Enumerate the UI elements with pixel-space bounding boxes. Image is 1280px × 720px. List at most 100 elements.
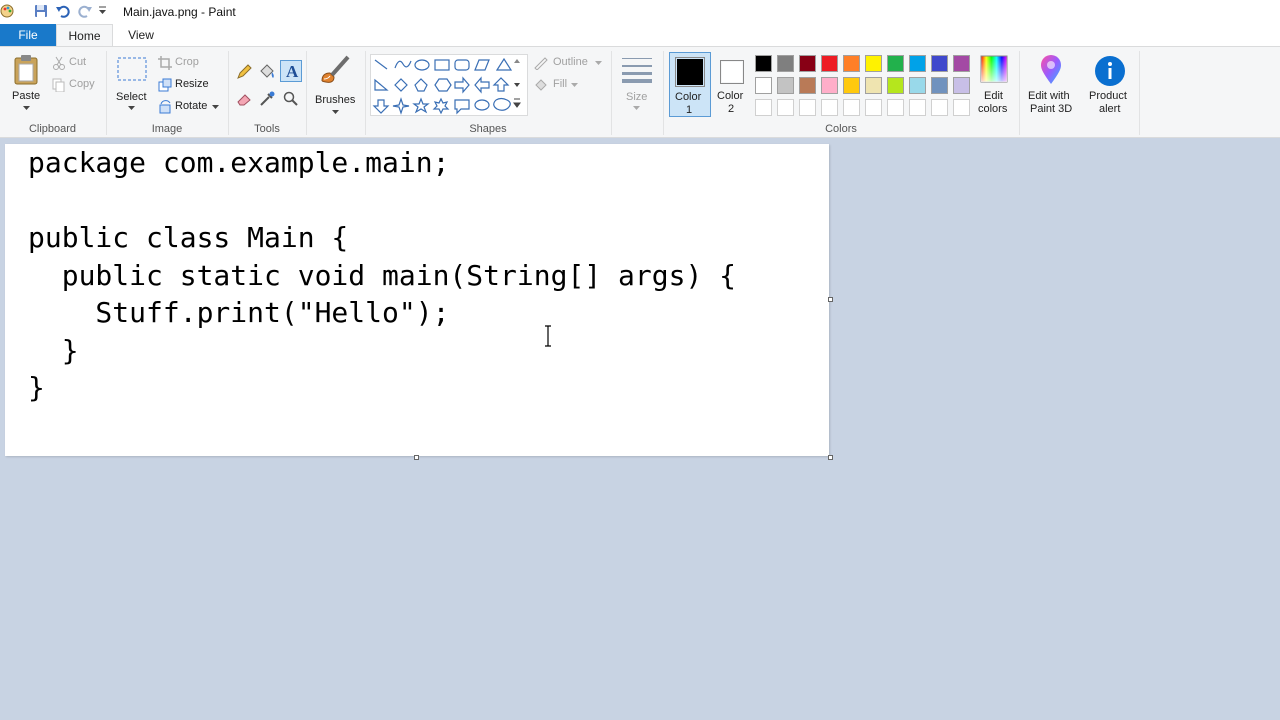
color2-label: Color	[717, 90, 744, 102]
palette-swatch[interactable]	[777, 77, 794, 94]
clipboard-group-label: Clipboard	[28, 123, 77, 135]
palette-swatch[interactable]	[931, 99, 948, 116]
outline-icon	[534, 57, 548, 70]
paint3d-icon	[1041, 55, 1061, 84]
paste-button[interactable]: Paste	[8, 51, 46, 115]
info-icon	[1095, 56, 1125, 86]
paste-dropdown-icon	[23, 106, 30, 110]
tools-group-label: Tools	[254, 123, 280, 135]
palette-swatch[interactable]	[887, 55, 904, 72]
pencil-icon[interactable]	[235, 63, 253, 81]
crop-icon	[158, 56, 172, 70]
text-tool-icon: A	[286, 62, 299, 80]
palette-swatch[interactable]	[843, 99, 860, 116]
fill-dropdown-icon	[571, 83, 578, 87]
group-divider	[1139, 51, 1140, 135]
palette-swatch[interactable]	[755, 77, 772, 94]
drawing-canvas[interactable]: package com.example.main; public class M…	[5, 144, 829, 456]
undo-icon[interactable]	[55, 3, 71, 19]
brush-icon	[321, 55, 350, 83]
paint-app-icon[interactable]	[0, 3, 16, 19]
palette-swatch[interactable]	[843, 55, 860, 72]
palette-swatch[interactable]	[865, 99, 882, 116]
color1-number: 1	[686, 104, 693, 116]
product-alert-button[interactable]: Product alert	[1087, 52, 1133, 117]
outline-dropdown[interactable]: Outline	[533, 55, 603, 71]
line-size-icon	[622, 58, 652, 83]
crop-button[interactable]: Crop	[158, 55, 218, 71]
brushes-button[interactable]: Brushes	[312, 51, 360, 117]
palette-swatch[interactable]	[821, 99, 838, 116]
crop-label: Crop	[175, 56, 199, 68]
palette-swatch[interactable]	[799, 55, 816, 72]
palette-swatch[interactable]	[909, 55, 926, 72]
code-image-text: package com.example.main; public class M…	[28, 146, 737, 404]
product-alert-label-2: alert	[1099, 103, 1121, 115]
palette-swatch[interactable]	[821, 77, 838, 94]
color1-swatch	[675, 57, 705, 87]
color-picker-icon[interactable]	[258, 90, 276, 108]
palette-swatch[interactable]	[865, 55, 882, 72]
resize-handle-bottom[interactable]	[414, 455, 419, 460]
color1-button[interactable]: Color 1	[669, 52, 711, 117]
resize-handle-right[interactable]	[828, 297, 833, 302]
select-button[interactable]: Select	[113, 53, 151, 117]
copy-label: Copy	[69, 78, 95, 90]
palette-swatch[interactable]	[777, 55, 794, 72]
palette-swatch[interactable]	[887, 77, 904, 94]
magnifier-icon[interactable]	[282, 90, 300, 108]
text-cursor-icon	[545, 325, 551, 347]
palette-swatch[interactable]	[821, 55, 838, 72]
rotate-label: Rotate	[175, 100, 208, 112]
customize-toolbar-chevron-icon[interactable]	[98, 6, 108, 16]
color2-button[interactable]: Color 2	[714, 52, 750, 117]
edit-colors-button[interactable]: Edit colors	[975, 52, 1013, 117]
rotate-button[interactable]: Rotate	[158, 99, 222, 115]
group-divider	[611, 51, 612, 135]
select-label: Select	[116, 91, 147, 103]
palette-swatch[interactable]	[755, 55, 772, 72]
palette-swatch[interactable]	[843, 77, 860, 94]
palette-swatch[interactable]	[953, 77, 970, 94]
paste-icon	[14, 55, 38, 85]
resize-button[interactable]: Resize	[158, 77, 218, 93]
palette-swatch[interactable]	[909, 99, 926, 116]
palette-swatch[interactable]	[865, 77, 882, 94]
text-tool-button[interactable]: A	[280, 60, 302, 82]
palette-swatch[interactable]	[931, 55, 948, 72]
rotate-dropdown-icon	[212, 105, 219, 109]
fill-bucket-icon[interactable]	[258, 63, 276, 81]
palette-swatch[interactable]	[887, 99, 904, 116]
edit-with-paint3d-button[interactable]: Edit with Paint 3D	[1025, 52, 1077, 117]
product-alert-label-1: Product	[1089, 90, 1127, 102]
menu-bar: File Home View	[0, 24, 1280, 47]
file-menu-tab[interactable]: File	[0, 24, 56, 46]
palette-swatch[interactable]	[799, 77, 816, 94]
save-icon[interactable]	[33, 3, 49, 19]
palette-swatch[interactable]	[755, 99, 772, 116]
home-tab[interactable]: Home	[56, 24, 113, 47]
resize-handle-corner[interactable]	[828, 455, 833, 460]
palette-swatch[interactable]	[953, 99, 970, 116]
edit-colors-icon	[980, 55, 1008, 83]
palette-swatch[interactable]	[909, 77, 926, 94]
palette-swatch[interactable]	[931, 77, 948, 94]
redo-icon[interactable]	[77, 3, 93, 19]
size-button[interactable]: Size	[617, 53, 657, 117]
edit-colors-label-1: Edit	[984, 90, 1003, 102]
ribbon: Paste Cut Copy Clipboard Select Crop Res…	[0, 46, 1280, 138]
fill-dropdown[interactable]: Fill	[533, 77, 583, 93]
palette-swatch[interactable]	[953, 55, 970, 72]
shapes-icons[interactable]	[371, 55, 527, 115]
copy-icon	[52, 78, 65, 92]
color1-label: Color	[675, 91, 702, 103]
palette-swatch[interactable]	[799, 99, 816, 116]
outline-label: Outline	[553, 56, 588, 68]
eraser-icon[interactable]	[235, 90, 253, 108]
copy-button[interactable]: Copy	[52, 77, 102, 93]
palette-swatch[interactable]	[777, 99, 794, 116]
image-group-label: Image	[151, 123, 183, 135]
canvas-area[interactable]: package com.example.main; public class M…	[0, 138, 1280, 720]
cut-button[interactable]: Cut	[52, 55, 102, 71]
view-tab[interactable]: View	[113, 24, 169, 46]
